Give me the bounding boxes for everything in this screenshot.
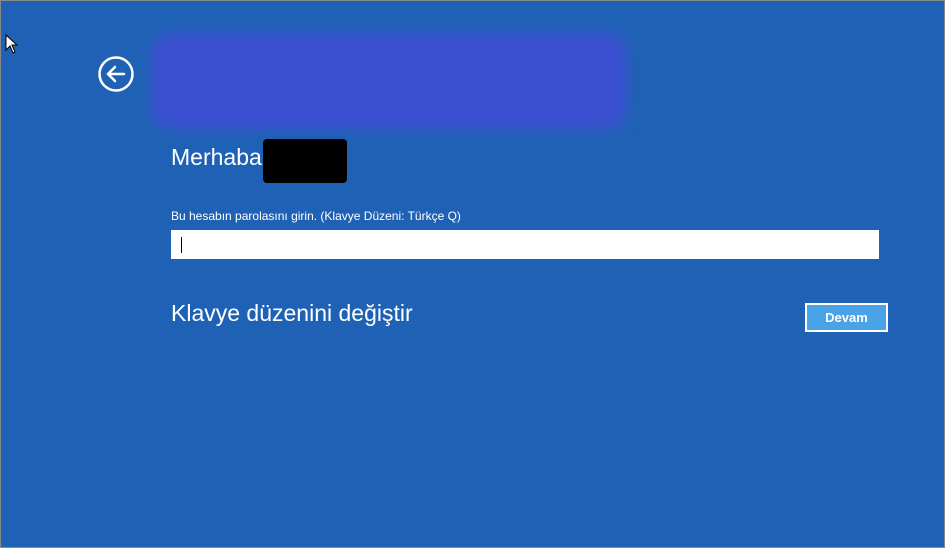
continue-button[interactable]: Devam [805,303,888,332]
back-arrow-icon [98,56,134,92]
redacted-account-name [151,33,627,129]
back-button[interactable] [97,55,135,93]
redacted-user-name [263,139,347,183]
change-keyboard-layout-link[interactable]: Klavye düzenini değiştir [171,299,413,327]
mouse-pointer-icon [5,34,19,54]
greeting-text: Merhaba [171,144,262,170]
password-field[interactable] [171,230,879,259]
password-prompt: Bu hesabın parolasını girin. (Klavye Düz… [171,209,461,223]
login-screen: Merhaba Bu hesabın parolasını girin. (Kl… [0,0,945,548]
text-caret [181,237,182,253]
